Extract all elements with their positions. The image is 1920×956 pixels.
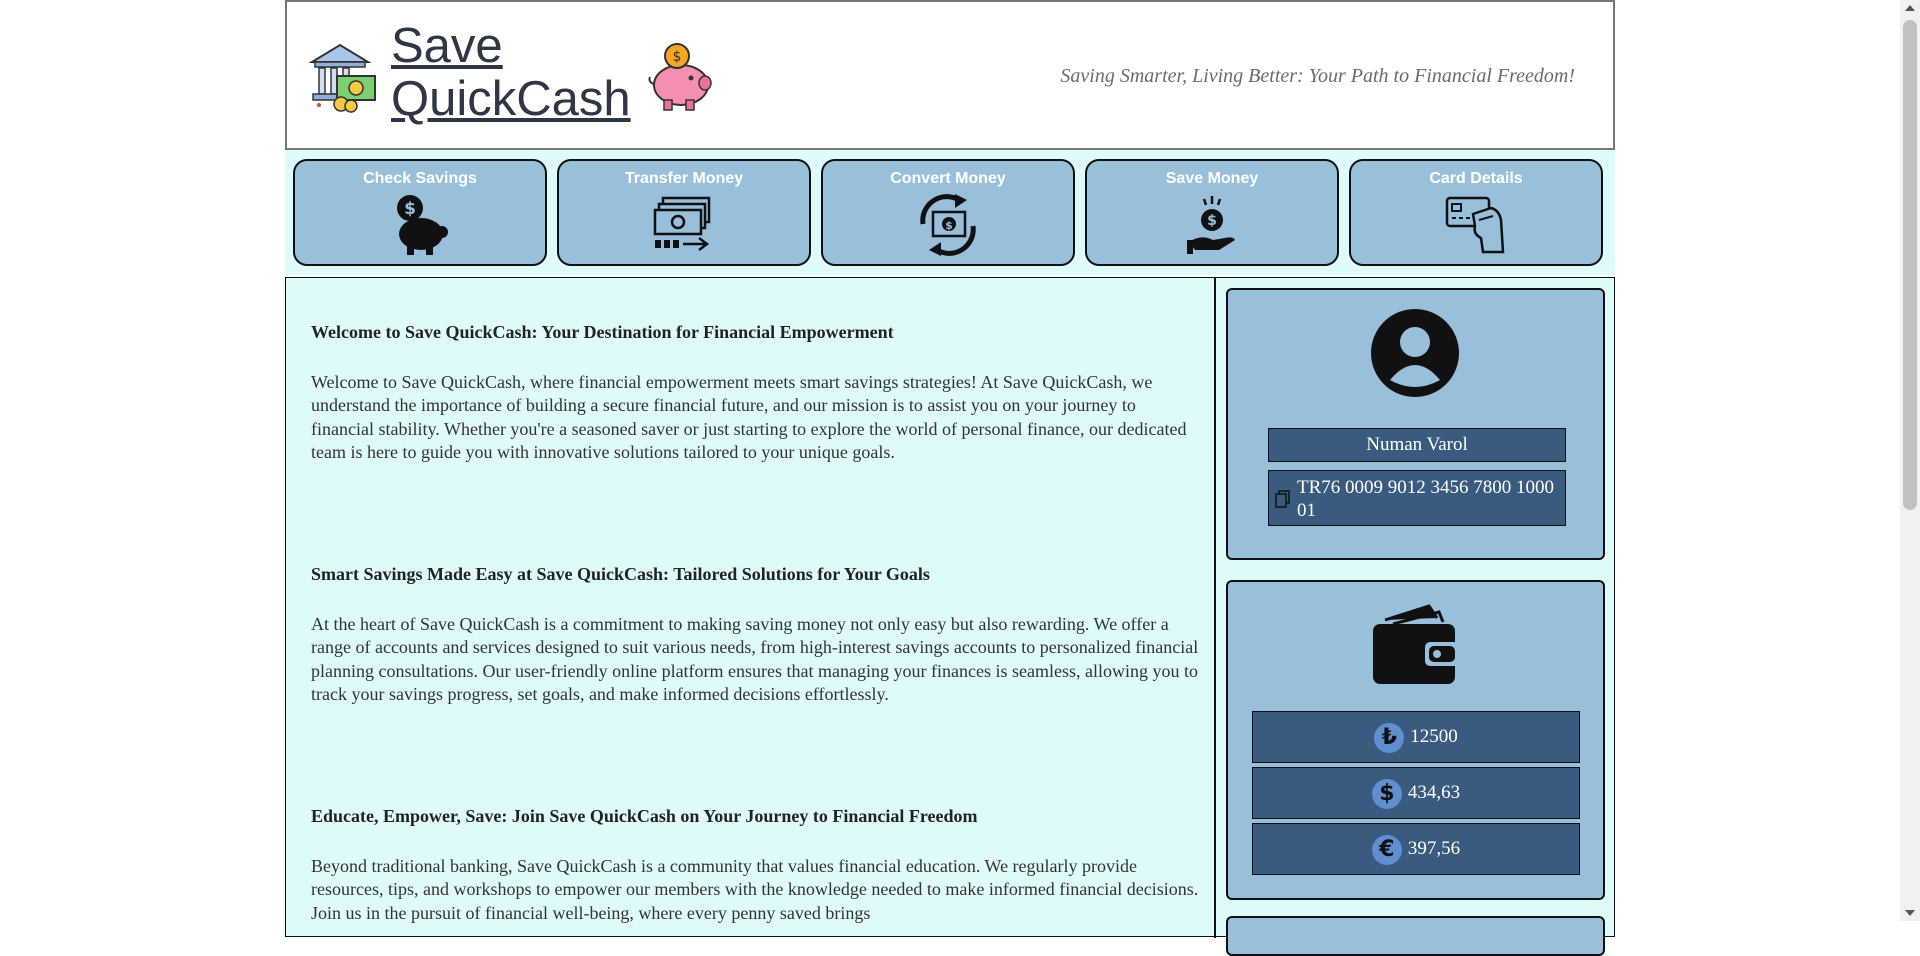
nav-card-details-button[interactable]: Card Details <box>1349 159 1603 266</box>
section-paragraph: Beyond traditional banking, Save QuickCa… <box>311 856 1199 923</box>
nav-check-savings-button[interactable]: Check Savings $ <box>293 159 547 266</box>
nav-label: Card Details <box>1429 170 1523 187</box>
svg-text:$: $ <box>673 49 682 65</box>
dollar-icon: $ <box>1371 778 1402 809</box>
scroll-thumb[interactable] <box>1903 20 1917 510</box>
scroll-up-icon[interactable] <box>1905 5 1915 11</box>
nav-bar: Check Savings $ Transfer Money Convert M… <box>285 150 1615 275</box>
hand-coin-icon: $ <box>1187 196 1235 254</box>
nav-label: Convert Money <box>890 170 1006 187</box>
balance-eur: €397,56 <box>1252 823 1580 875</box>
iban-text: TR76 0009 9012 3456 7800 1000 01 <box>1297 477 1555 521</box>
balance-amount: 434,63 <box>1407 782 1461 803</box>
section-heading: Educate, Empower, Save: Join Save QuickC… <box>311 806 978 826</box>
nav-transfer-money-button[interactable]: Transfer Money <box>557 159 811 266</box>
next-card <box>1226 916 1605 956</box>
brand-line-1: Save <box>391 19 503 73</box>
money-transfer-icon <box>653 196 711 251</box>
piggy-bank-logo-icon: $ <box>648 43 712 111</box>
wallet-card: ₺ 12500 $434,63 €397,56 <box>1226 580 1605 900</box>
main-content: Welcome to Save QuickCash: Your Destinat… <box>285 277 1615 956</box>
iban-field: TR76 0009 9012 3456 7800 1000 01 <box>1268 470 1566 526</box>
balance-amount: 397,56 <box>1407 838 1461 859</box>
section-heading: Smart Savings Made Easy at Save QuickCas… <box>311 564 930 584</box>
balance-usd: $434,63 <box>1252 767 1580 819</box>
copy-icon[interactable] <box>1274 490 1292 508</box>
svg-text:$: $ <box>404 199 416 219</box>
svg-text:$: $ <box>1207 213 1217 229</box>
scroll-down-icon[interactable] <box>1905 910 1915 916</box>
profile-card: Numan Varol TR76 0009 9012 3456 7800 100… <box>1226 288 1605 560</box>
balance-try: ₺ 12500 <box>1252 711 1580 763</box>
balance-amount: 12500 <box>1410 726 1458 747</box>
euro-icon: € <box>1371 834 1402 865</box>
section-heading: Welcome to Save QuickCash: Your Destinat… <box>311 322 894 342</box>
slogan-text: Saving Smarter, Living Better: Your Path… <box>1060 65 1575 87</box>
lira-icon: ₺ <box>1374 722 1405 753</box>
nav-label: Check Savings <box>363 170 477 187</box>
nav-label: Save Money <box>1165 170 1259 187</box>
credit-card-hand-icon <box>1445 196 1505 254</box>
nav-convert-money-button[interactable]: Convert Money $ <box>821 159 1075 266</box>
brand-line-2: QuickCash <box>391 72 631 126</box>
account-holder-name: Numan Varol <box>1268 428 1566 462</box>
bank-logo-icon <box>308 43 376 113</box>
svg-text:$: $ <box>945 219 953 232</box>
user-avatar-icon <box>1371 309 1459 397</box>
nav-save-money-button[interactable]: Save Money $ <box>1085 159 1339 266</box>
site-header: Save QuickCash $ Saving Smarter, Living … <box>285 0 1615 150</box>
page-scrollbar[interactable] <box>1900 0 1920 921</box>
column-divider <box>1214 278 1216 938</box>
nav-label: Transfer Money <box>624 170 744 187</box>
section-paragraph: At the heart of Save QuickCash is a comm… <box>311 614 1199 705</box>
piggy-bank-dollar-icon: $ <box>397 195 448 255</box>
wallet-icon <box>1373 604 1459 684</box>
currency-exchange-icon: $ <box>920 194 976 256</box>
brand-title-link[interactable]: Save QuickCash <box>391 20 631 126</box>
section-paragraph: Welcome to Save QuickCash, where financi… <box>311 372 1187 463</box>
